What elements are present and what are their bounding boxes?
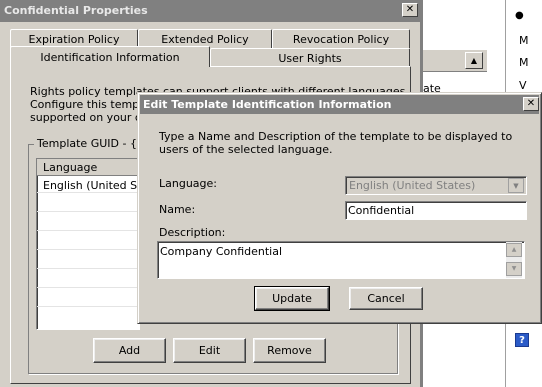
help-icon[interactable]: ?: [515, 333, 529, 347]
description-label: Description:: [159, 226, 226, 239]
dialog-title: Edit Template Identification Information: [143, 98, 392, 111]
tab-revocation-policy[interactable]: Revocation Policy: [272, 29, 410, 48]
right-pane-item[interactable]: M: [519, 56, 529, 69]
list-empty-row: [37, 269, 139, 288]
scroll-up-icon[interactable]: ▲: [465, 52, 483, 69]
remove-button[interactable]: Remove: [253, 338, 326, 363]
list-empty-row: [37, 212, 139, 231]
dialog-instructions: Type a Name and Description of the templ…: [159, 130, 513, 156]
list-empty-row: [37, 231, 139, 250]
list-header-language[interactable]: Language: [37, 159, 139, 176]
list-empty-row: [37, 288, 139, 307]
chevron-down-icon: ▼: [508, 178, 524, 193]
add-button[interactable]: Add: [93, 338, 166, 363]
language-label: Language:: [159, 177, 217, 190]
list-empty-row: [37, 193, 139, 212]
dialog-titlebar: Edit Template Identification Information…: [140, 95, 539, 114]
scroll-up-icon[interactable]: ▲: [506, 243, 522, 257]
update-button[interactable]: Update: [254, 286, 330, 311]
list-row[interactable]: English (United S...: [37, 177, 148, 193]
tab-identification-information[interactable]: Identification Information: [10, 46, 210, 67]
description-scrollbar[interactable]: ▲ ▼: [506, 242, 522, 278]
scroll-down-icon[interactable]: ▼: [506, 262, 522, 276]
description-field[interactable]: Company Confidential ▲ ▼: [157, 241, 525, 279]
dialog-close-icon[interactable]: ✕: [523, 97, 539, 111]
close-icon[interactable]: ✕: [402, 3, 418, 17]
template-guid-label: Template GUID - {b6: [34, 137, 154, 150]
right-pane-item[interactable]: V: [519, 79, 527, 92]
properties-title: Confidential Properties: [4, 4, 148, 17]
language-list[interactable]: Language English (United S...: [36, 158, 148, 330]
list-empty-row: [37, 250, 139, 269]
language-select: English (United States) ▼: [345, 176, 527, 195]
right-pane-item[interactable]: M: [519, 34, 529, 47]
name-field[interactable]: Confidential: [345, 201, 527, 220]
edit-template-dialog: Edit Template Identification Information…: [137, 92, 542, 324]
name-label: Name:: [159, 203, 196, 216]
edit-button[interactable]: Edit: [173, 338, 246, 363]
tab-user-rights[interactable]: User Rights: [210, 48, 410, 67]
intro-line-3: supported on your clie: [30, 111, 154, 124]
right-pane-item[interactable]: ●: [515, 10, 524, 21]
properties-titlebar: Confidential Properties ✕: [0, 0, 422, 22]
cancel-button[interactable]: Cancel: [349, 287, 423, 310]
